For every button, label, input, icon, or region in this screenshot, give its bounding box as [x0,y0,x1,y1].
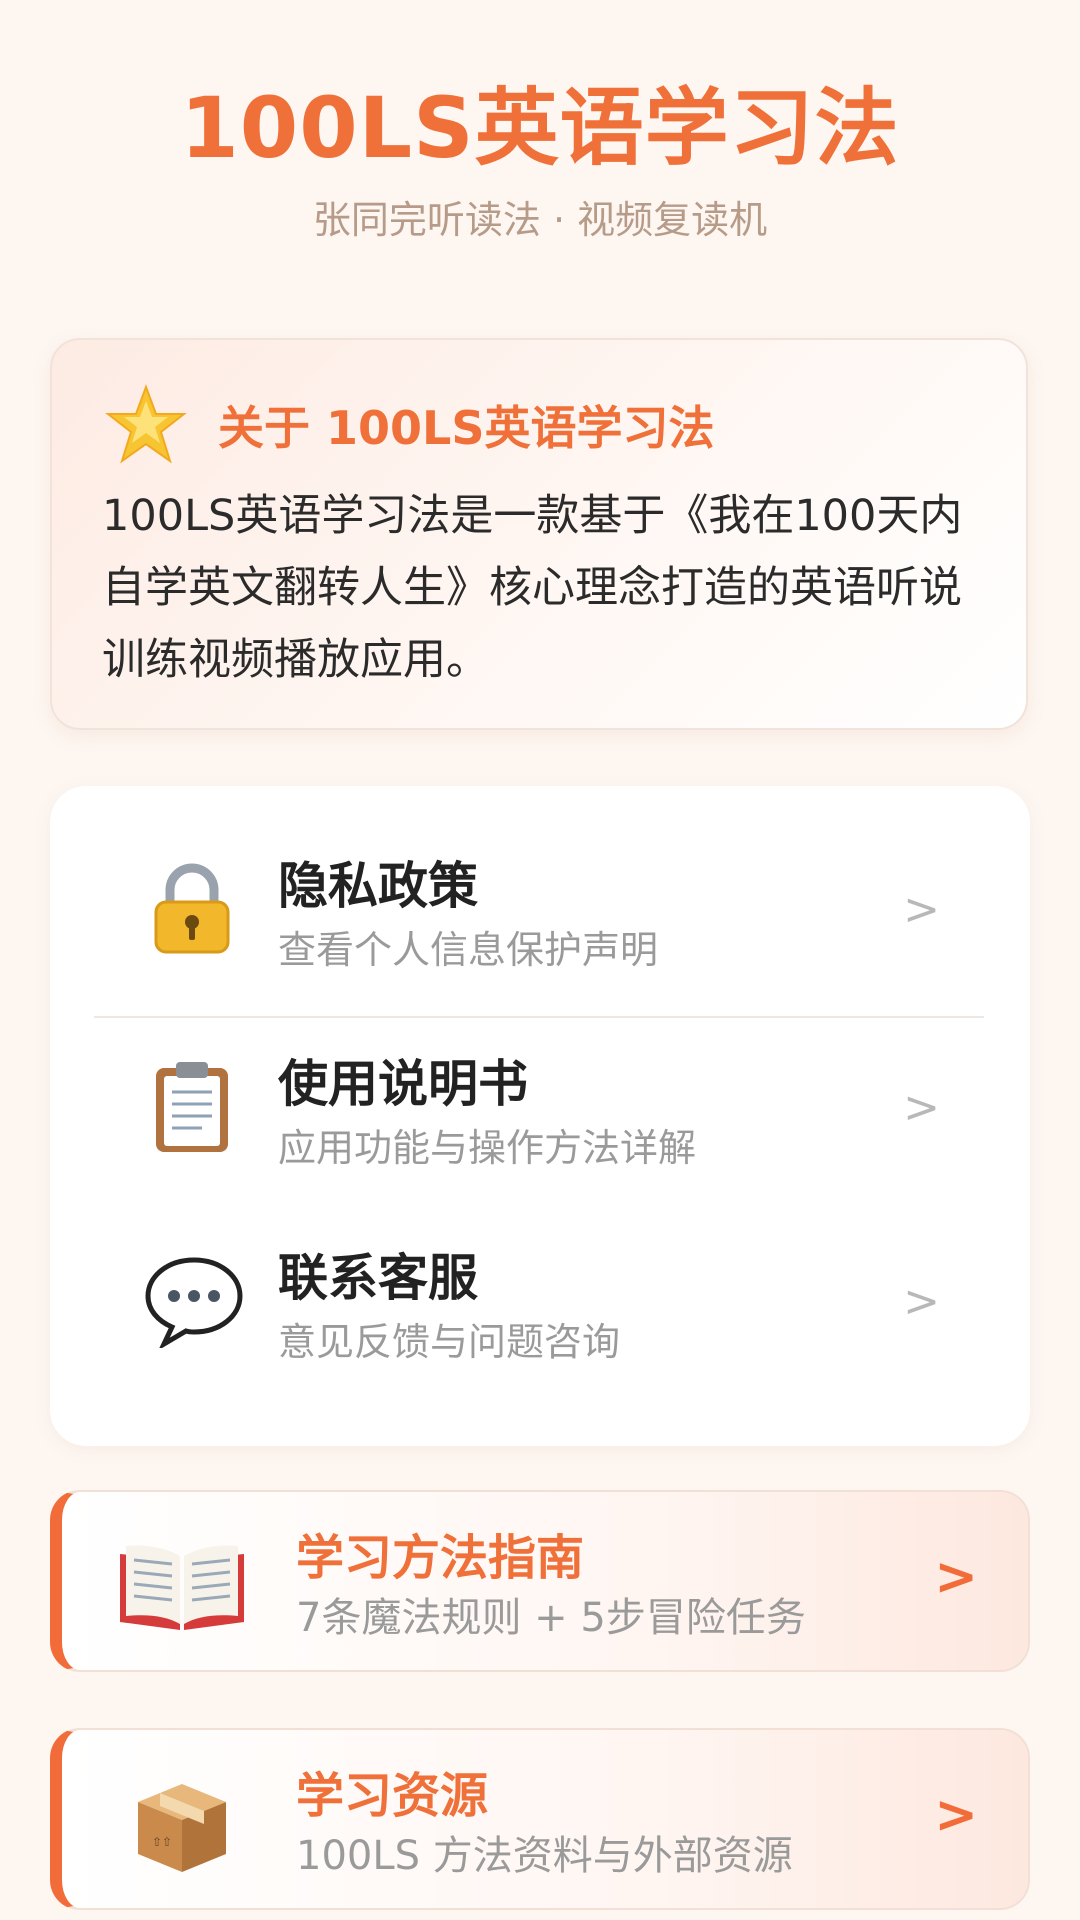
star-icon [104,383,188,467]
user-manual-item[interactable]: 使用说明书 应用功能与操作方法详解 > [50,1014,1030,1194]
app-title: 100LS英语学习法 [180,79,900,177]
learning-guide-card[interactable]: 学习方法指南 7条魔法规则 + 5步冒险任务 > [50,1490,1030,1672]
contact-support-subtitle: 意见反馈与问题咨询 [278,1320,621,1364]
svg-text:⇧⇧: ⇧⇧ [152,1835,172,1849]
app-subtitle: 张同完听读法 · 视频复读机 [312,198,768,242]
about-title: 关于 100LS英语学习法 [218,401,715,455]
user-manual-title: 使用说明书 [278,1055,528,1113]
user-manual-subtitle: 应用功能与操作方法详解 [278,1126,697,1170]
about-card: 关于 100LS英语学习法 100LS英语学习法是一款基于《我在100天内自学英… [50,338,1028,730]
package-icon: ⇧⇧ [114,1774,250,1874]
chevron-right-icon: > [903,1082,940,1133]
contact-support-title: 联系客服 [278,1249,478,1307]
privacy-policy-subtitle: 查看个人信息保护声明 [278,928,659,972]
privacy-policy-title: 隐私政策 [278,857,478,915]
learning-resources-subtitle: 100LS 方法资料与外部资源 [296,1833,793,1879]
speech-bubble-icon [142,1252,243,1351]
settings-menu: 隐私政策 查看个人信息保护声明 > 使用说明书 应用功能与操作方法详解 > 联系… [50,786,1030,1446]
learning-guide-title: 学习方法指南 [296,1530,585,1586]
chevron-right-icon: > [934,1547,978,1607]
privacy-policy-item[interactable]: 隐私政策 查看个人信息保护声明 > [50,816,1030,996]
lock-icon [142,860,242,956]
learning-resources-title: 学习资源 [296,1768,489,1824]
learning-guide-subtitle: 7条魔法规则 + 5步冒险任务 [296,1595,806,1641]
chevron-right-icon: > [903,1276,940,1327]
about-description: 100LS英语学习法是一款基于《我在100天内自学英文翻转人生》核心理念打造的英… [102,491,963,685]
learning-resources-card[interactable]: ⇧⇧ 学习资源 100LS 方法资料与外部资源 > [50,1728,1030,1910]
clipboard-icon [142,1058,242,1154]
app-header: 100LS英语学习法 张同完听读法 · 视频复读机 [0,78,1080,244]
about-header: 关于 100LS英语学习法 [104,380,714,470]
open-book-icon [114,1536,250,1636]
chevron-right-icon: > [934,1785,978,1845]
chevron-right-icon: > [903,884,940,935]
contact-support-item[interactable]: 联系客服 意见反馈与问题咨询 > [50,1208,1030,1388]
